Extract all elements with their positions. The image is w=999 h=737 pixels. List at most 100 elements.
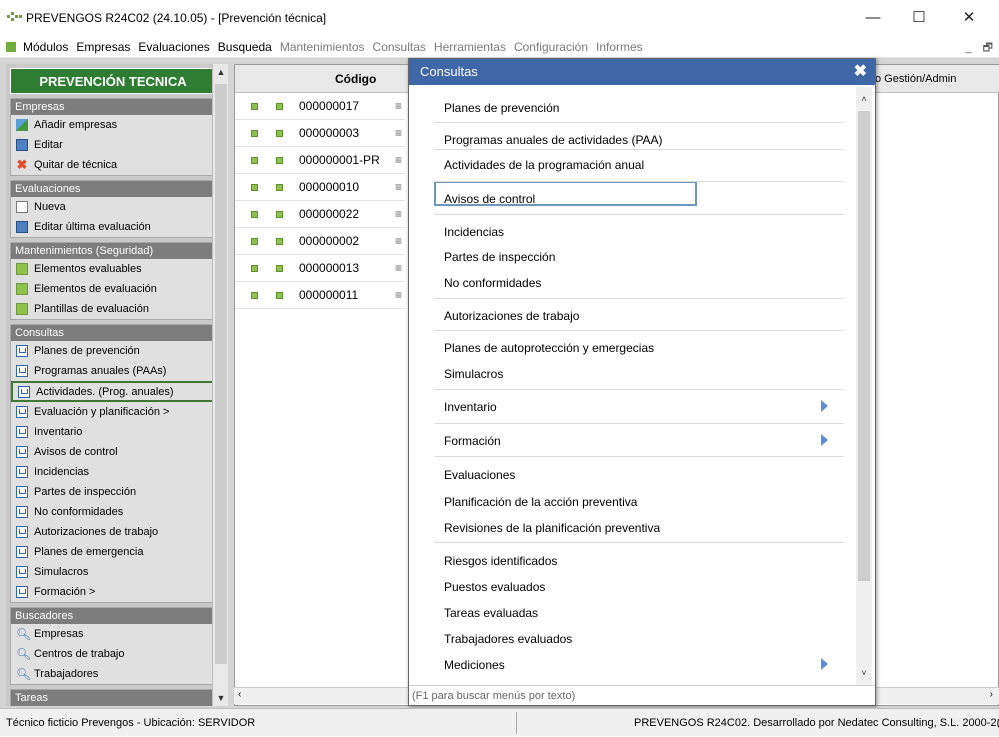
sidebar-header[interactable]: PREVENCIÓN TECNICA: [10, 68, 216, 94]
menu-evaluaciones[interactable]: Evaluaciones: [138, 40, 209, 54]
popup-item-formacion[interactable]: Formación: [444, 434, 501, 448]
popup-item-planes-de-autoproteccion-y-emergecias[interactable]: Planes de autoprotección y emergecias: [444, 341, 654, 355]
table-row[interactable]: 000000013 ≡: [235, 255, 405, 282]
sidebar-group-title[interactable]: Tareas: [11, 690, 215, 706]
popup-scroll-down-arrow[interactable]: ˅: [856, 665, 872, 681]
menu-informes[interactable]: Informes: [596, 40, 643, 54]
row-menu-icon[interactable]: ≡: [395, 153, 402, 167]
menu-busqueda[interactable]: Busqueda: [218, 40, 272, 54]
scroll-up-arrow[interactable]: ▲: [213, 64, 229, 80]
popup-item-partes-de-inspeccion[interactable]: Partes de inspección: [444, 250, 555, 264]
sidebar-item-label: Quitar de técnica: [34, 159, 118, 171]
popup-item-evaluaciones[interactable]: Evaluaciones: [444, 468, 515, 482]
mdi-restore-button[interactable]: 🗗: [983, 42, 993, 54]
sidebar-item-elementos-evaluables[interactable]: Elementos evaluables: [11, 259, 215, 279]
row-menu-icon[interactable]: ≡: [395, 288, 402, 302]
sidebar-group-title[interactable]: Buscadores: [11, 608, 215, 624]
popup-item-trabajadores-evaluados[interactable]: Trabajadores evaluados: [444, 632, 572, 646]
chevron-right-icon[interactable]: [821, 434, 828, 446]
sidebar-item-editar[interactable]: Editar: [11, 135, 215, 155]
menu-mantenimientos[interactable]: Mantenimientos: [280, 40, 365, 54]
sidebar-item-nueva[interactable]: Nueva: [11, 197, 215, 217]
popup-item-planificacion-de-la-accion-preventiva[interactable]: Planificación de la acción preventiva: [444, 495, 637, 509]
scroll-down-arrow[interactable]: ▼: [213, 690, 229, 706]
scroll-right-arrow[interactable]: ›: [990, 689, 993, 700]
row-menu-icon[interactable]: ≡: [395, 99, 402, 113]
table-row[interactable]: 000000017 ≡: [235, 93, 405, 120]
popup-item-actividades-de-la-programacion-anual[interactable]: Actividades de la programación anual: [444, 158, 644, 172]
sidebar-item-planes-de-emergencia[interactable]: Planes de emergencia: [11, 542, 215, 562]
popup-item-avisos-de-control[interactable]: Avisos de control: [444, 192, 535, 206]
popup-item-programas-anuales-de-actividades-paa[interactable]: Programas anuales de actividades (PAA): [444, 133, 663, 147]
scroll-left-arrow[interactable]: ‹: [238, 689, 241, 700]
sidebar-item-avisos-de-control[interactable]: Avisos de control: [11, 442, 215, 462]
menu-empresas[interactable]: Empresas: [76, 40, 130, 54]
sidebar-item-actividades-prog-anuales[interactable]: Actividades. (Prog. anuales): [11, 381, 215, 402]
popup-scrollbar[interactable]: ˄ ˅: [856, 87, 872, 685]
row-menu-icon[interactable]: ≡: [395, 261, 402, 275]
sidebar-item-autorizaciones-de-trabajo[interactable]: Autorizaciones de trabajo: [11, 522, 215, 542]
sidebar-item-empresas[interactable]: 🔍︎ Empresas: [11, 624, 215, 644]
sidebar-item-plantillas-de-evaluacion[interactable]: Plantillas de evaluación: [11, 299, 215, 319]
menu-consultas[interactable]: Consultas: [373, 40, 426, 54]
popup-item-no-conformidades[interactable]: No conformidades: [444, 276, 541, 290]
sidebar-item-formacion[interactable]: Formación >: [11, 582, 215, 602]
minimize-button[interactable]: —: [850, 4, 896, 32]
sidebar-item-centros-de-trabajo[interactable]: 🔍︎ Centros de trabajo: [11, 644, 215, 664]
column-header-gestion[interactable]: o Gestión/Admin: [875, 65, 956, 93]
table-row[interactable]: 000000001-PR ≡: [235, 147, 405, 174]
popup-scroll-up-arrow[interactable]: ˄: [856, 91, 872, 107]
sidebar-group-title[interactable]: Empresas: [11, 99, 215, 115]
table-row[interactable]: 000000002 ≡: [235, 228, 405, 255]
sidebar-item-inventario[interactable]: Inventario: [11, 422, 215, 442]
sidebar-item-programas-anuales-paas[interactable]: Programas anuales (PAAs): [11, 361, 215, 381]
sidebar-item-simulacros[interactable]: Simulacros: [11, 562, 215, 582]
close-icon[interactable]: ✖: [854, 59, 867, 85]
mdi-minimize-button[interactable]: _: [965, 42, 971, 54]
sidebar-item-trabajadores[interactable]: 🔍︎ Trabajadores: [11, 664, 215, 684]
sidebar-scrollbar[interactable]: ▲ ▼: [212, 64, 228, 706]
popup-item-planes-de-prevencion[interactable]: Planes de prevención: [444, 101, 559, 115]
close-button[interactable]: ✕: [946, 4, 992, 32]
sidebar-scroll-thumb[interactable]: [215, 84, 227, 664]
table-row[interactable]: 000000003 ≡: [235, 120, 405, 147]
popup-item-simulacros[interactable]: Simulacros: [444, 367, 503, 381]
popup-item-puestos-evaluados[interactable]: Puestos evaluados: [444, 580, 545, 594]
popup-item-riesgos-identificados[interactable]: Riesgos identificados: [444, 554, 557, 568]
sidebar-group-title[interactable]: Evaluaciones: [11, 181, 215, 197]
row-menu-icon[interactable]: ≡: [395, 126, 402, 140]
popup-item-autorizaciones-de-trabajo[interactable]: Autorizaciones de trabajo: [444, 309, 579, 323]
row-menu-icon[interactable]: ≡: [395, 234, 402, 248]
chevron-right-icon[interactable]: [821, 658, 828, 670]
sidebar-item-editar-ultima-evaluacion[interactable]: Editar última evaluación: [11, 217, 215, 237]
sidebar-item-planes-de-prevencion[interactable]: Planes de prevención: [11, 341, 215, 361]
popup-item-tareas-evaluadas[interactable]: Tareas evaluadas: [444, 606, 538, 620]
sidebar-item-evaluacion-y-planificacion[interactable]: Evaluación y planificación >: [11, 402, 215, 422]
sidebar-item-no-conformidades[interactable]: No conformidades: [11, 502, 215, 522]
row-menu-icon[interactable]: ≡: [395, 207, 402, 221]
row-menu-icon[interactable]: ≡: [395, 180, 402, 194]
menu-herramientas[interactable]: Herramientas: [434, 40, 506, 54]
sidebar-item-partes-de-inspeccion[interactable]: Partes de inspección: [11, 482, 215, 502]
popup-item-inventario[interactable]: Inventario: [444, 400, 497, 414]
sidebar-group-title[interactable]: Consultas: [11, 325, 215, 341]
sidebar-item-elementos-de-evaluacion[interactable]: Elementos de evaluación: [11, 279, 215, 299]
sidebar-item-anadir-empresas[interactable]: Añadir empresas: [11, 115, 215, 135]
maximize-button[interactable]: ☐: [896, 4, 942, 32]
popup-item-mediciones[interactable]: Mediciones: [444, 658, 505, 672]
magnifier-icon: 🔍︎: [16, 647, 32, 661]
sidebar-item-incidencias[interactable]: Incidencias: [11, 462, 215, 482]
chevron-right-icon[interactable]: [821, 400, 828, 412]
popup-scroll-thumb[interactable]: [858, 111, 870, 581]
popup-item-revisiones-de-la-planificacion-preventiva[interactable]: Revisiones de la planificación preventiv…: [444, 521, 660, 535]
popup-item-incidencias[interactable]: Incidencias: [444, 225, 504, 239]
menu-modulos[interactable]: Módulos: [23, 40, 68, 54]
table-row[interactable]: 000000011 ≡: [235, 282, 405, 309]
column-header-codigo[interactable]: Código: [335, 65, 376, 93]
popup-search-hint[interactable]: (F1 para buscar menús por texto): [409, 685, 875, 705]
sidebar-group-title[interactable]: Mantenimientos (Seguridad): [11, 243, 215, 259]
menu-configuracion[interactable]: Configuración: [514, 40, 588, 54]
table-row[interactable]: 000000022 ≡: [235, 201, 405, 228]
table-row[interactable]: 000000010 ≡: [235, 174, 405, 201]
sidebar-item-quitar-de-tecnica[interactable]: ✖ Quitar de técnica: [11, 155, 215, 175]
